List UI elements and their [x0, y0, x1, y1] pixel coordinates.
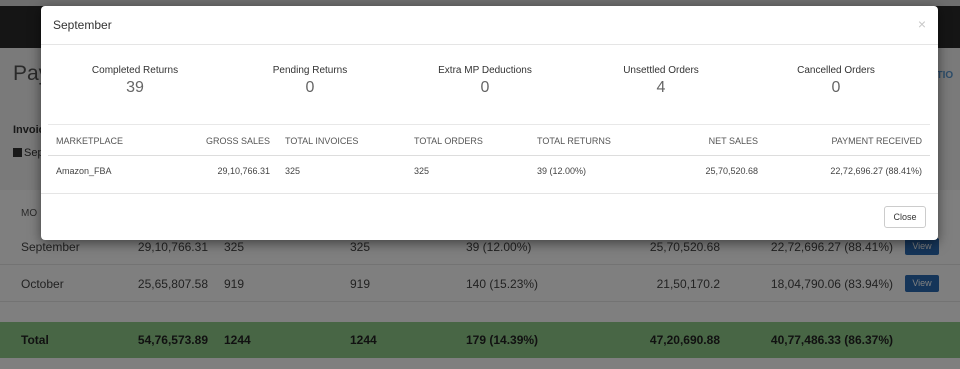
- stat-label: Completed Returns: [91, 65, 179, 76]
- stat-value: 0: [480, 79, 490, 96]
- stat-completed-returns: Completed Returns 39: [45, 65, 225, 97]
- col-total-invoices: TOTAL INVOICES: [285, 136, 359, 146]
- table-row: Amazon_FBA 29,10,766.31 325 325 39 (12.0…: [48, 156, 930, 186]
- stat-value: 4: [656, 79, 666, 96]
- col-payment-received: PAYMENT RECEIVED: [831, 136, 922, 146]
- payment-received-cell: 22,72,696.27 (88.41%): [830, 166, 922, 176]
- stat-label: Cancelled Orders: [797, 65, 875, 76]
- month-detail-modal: September × Completed Returns 39 Pending…: [41, 6, 938, 240]
- stat-extra-mp-deductions: Extra MP Deductions 0: [395, 65, 575, 97]
- total-orders-cell: 325: [414, 166, 430, 176]
- gross-sales-cell: 29,10,766.31: [217, 166, 270, 176]
- col-gross-sales: GROSS SALES: [205, 136, 270, 146]
- net-sales-cell: 25,70,520.68: [705, 166, 758, 176]
- modal-footer-divider: [41, 193, 938, 194]
- col-net-sales: NET SALES: [708, 136, 758, 146]
- modal-title: September: [53, 18, 112, 32]
- marketplace-cell: Amazon_FBA: [56, 166, 112, 176]
- col-total-returns: TOTAL RETURNS: [537, 136, 611, 146]
- total-returns-cell: 39 (12.00%): [537, 166, 587, 176]
- stat-label: Pending Returns: [272, 65, 348, 76]
- stat-value: 0: [305, 79, 315, 96]
- col-marketplace: MARKETPLACE: [56, 136, 124, 146]
- stat-pending-returns: Pending Returns 0: [220, 65, 400, 97]
- col-total-orders: TOTAL ORDERS: [414, 136, 483, 146]
- marketplace-table-header: MARKETPLACE GROSS SALES TOTAL INVOICES T…: [48, 124, 930, 156]
- total-invoices-cell: 325: [285, 166, 301, 176]
- close-button[interactable]: Close: [884, 206, 926, 228]
- stat-unsettled-orders: Unsettled Orders 4: [571, 65, 751, 97]
- stat-cancelled-orders: Cancelled Orders 0: [746, 65, 926, 97]
- stat-label: Extra MP Deductions: [438, 65, 532, 76]
- modal-header-divider: [41, 44, 938, 45]
- stat-value: 39: [126, 79, 144, 96]
- stat-value: 0: [831, 79, 841, 96]
- close-icon[interactable]: ×: [918, 16, 926, 32]
- stat-label: Unsettled Orders: [623, 65, 699, 76]
